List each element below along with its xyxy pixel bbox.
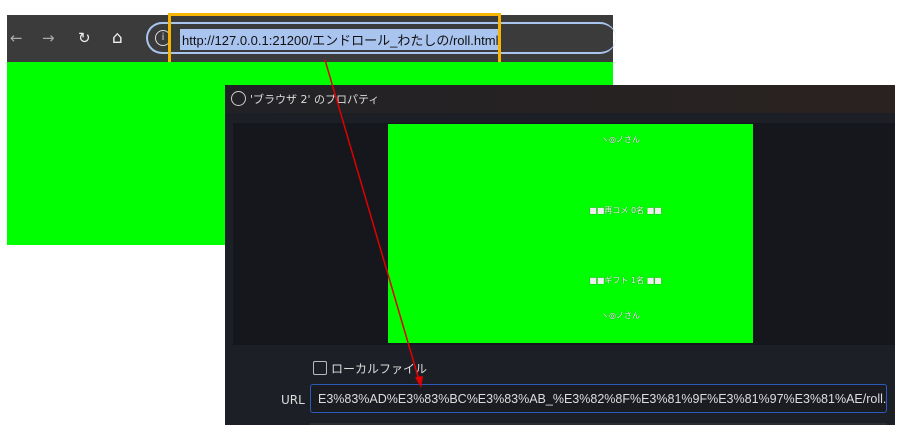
- arrow-line: [324, 59, 420, 381]
- annotation-arrow: [324, 59, 423, 388]
- arrow-head: [415, 376, 423, 388]
